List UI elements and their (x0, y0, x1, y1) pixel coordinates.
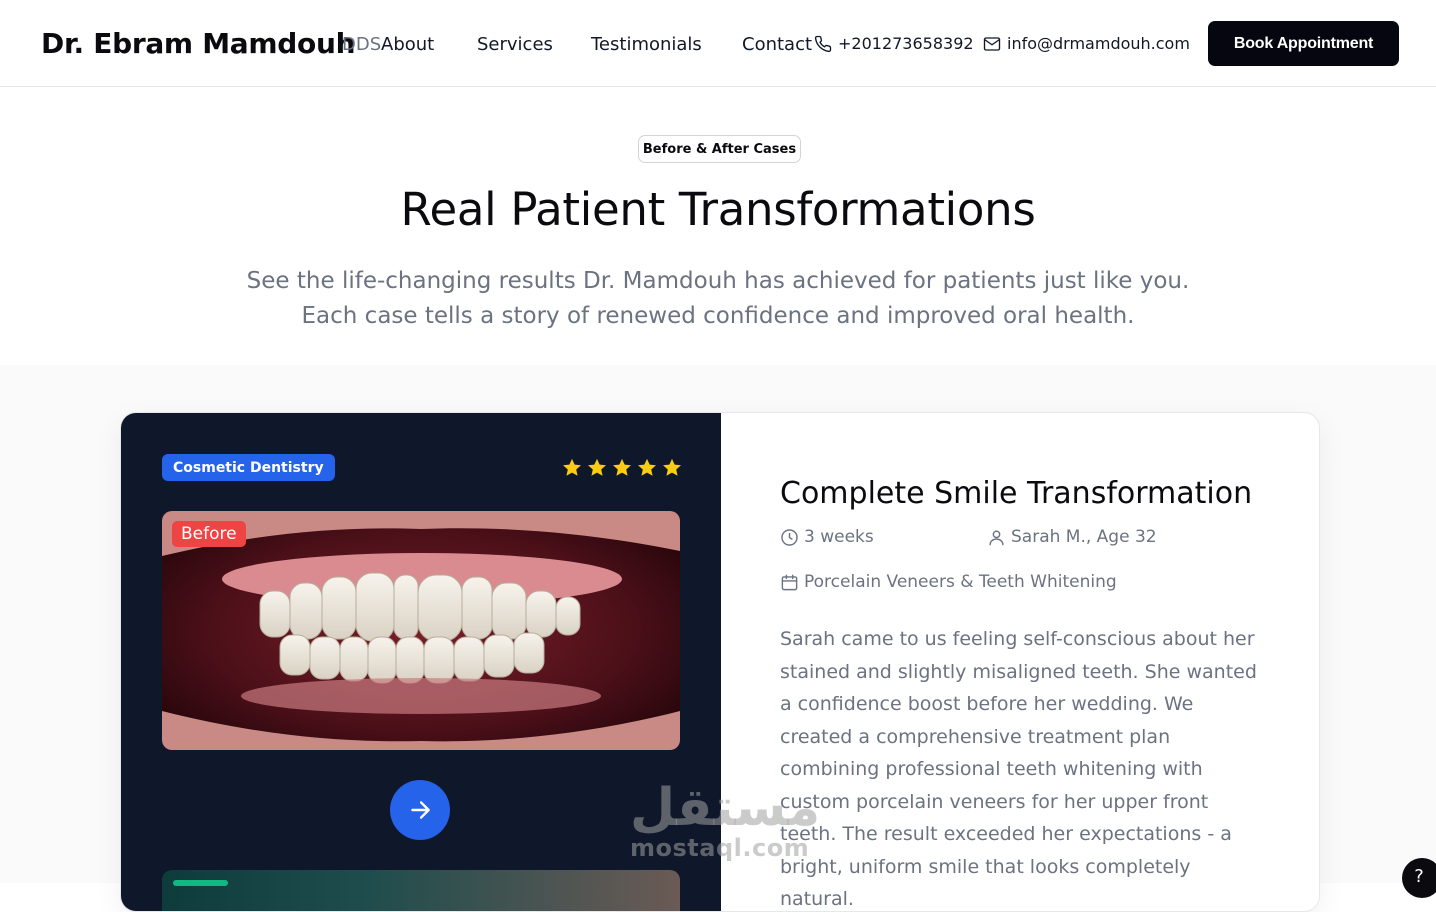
nav-testimonials[interactable]: Testimonials (591, 34, 702, 55)
case-media-panel: Cosmetic Dentistry Before (121, 413, 721, 911)
rating-stars (561, 457, 683, 479)
page-subtitle: See the life-changing results Dr. Mamdou… (246, 268, 1190, 329)
email-address: info@drmamdouh.com (1007, 34, 1190, 53)
after-photo-preview (162, 870, 680, 911)
brand-suffix: DDS (342, 34, 382, 55)
star-icon (638, 458, 656, 476)
arrow-right-icon (411, 801, 430, 819)
section-pill: Before & After Cases (638, 135, 801, 163)
after-tag (173, 880, 228, 886)
case-patient: Sarah M., Age 32 (987, 527, 1157, 547)
next-case-button[interactable] (390, 780, 450, 840)
case-title: Complete Smile Transformation (780, 476, 1253, 511)
clock-icon (781, 528, 798, 546)
nav-about[interactable]: About (381, 34, 434, 55)
mail-icon (983, 36, 1001, 51)
page-title: Real Patient Transformations (400, 183, 1036, 236)
case-duration: 3 weeks (780, 527, 874, 547)
phone-number: +201273658392 (838, 34, 974, 53)
star-icon (563, 458, 581, 476)
phone-link[interactable]: +201273658392 (814, 34, 974, 53)
help-button[interactable]: ? (1402, 858, 1436, 898)
case-details-panel: Complete Smile Transformation 3 weeks Sa… (721, 413, 1319, 911)
phone-icon (814, 35, 832, 52)
star-icon (663, 458, 681, 476)
case-card: Cosmetic Dentistry Before Complete Smile… (120, 412, 1320, 912)
brand-name[interactable]: Dr. Ebram Mamdouh (41, 27, 356, 60)
category-badge: Cosmetic Dentistry (162, 454, 335, 481)
case-description: Sarah came to us feeling self-conscious … (780, 628, 1257, 910)
nav-services[interactable]: Services (477, 34, 553, 55)
before-photo: Before (162, 511, 680, 750)
treatment-text: Porcelain Veneers & Teeth Whitening (804, 572, 1117, 592)
before-tag: Before (172, 521, 246, 547)
book-appointment-button[interactable]: Book Appointment (1208, 21, 1399, 66)
duration-text: 3 weeks (804, 527, 874, 547)
nav-contact[interactable]: Contact (742, 34, 812, 55)
star-icon (613, 458, 631, 476)
email-link[interactable]: info@drmamdouh.com (983, 34, 1190, 53)
case-treatment: Porcelain Veneers & Teeth Whitening (780, 572, 1117, 592)
site-header: Dr. Ebram Mamdouh DDS About Services Tes… (0, 0, 1436, 87)
star-icon (588, 458, 606, 476)
user-icon (989, 529, 1004, 545)
calendar-icon (781, 574, 798, 590)
patient-text: Sarah M., Age 32 (1011, 527, 1157, 547)
